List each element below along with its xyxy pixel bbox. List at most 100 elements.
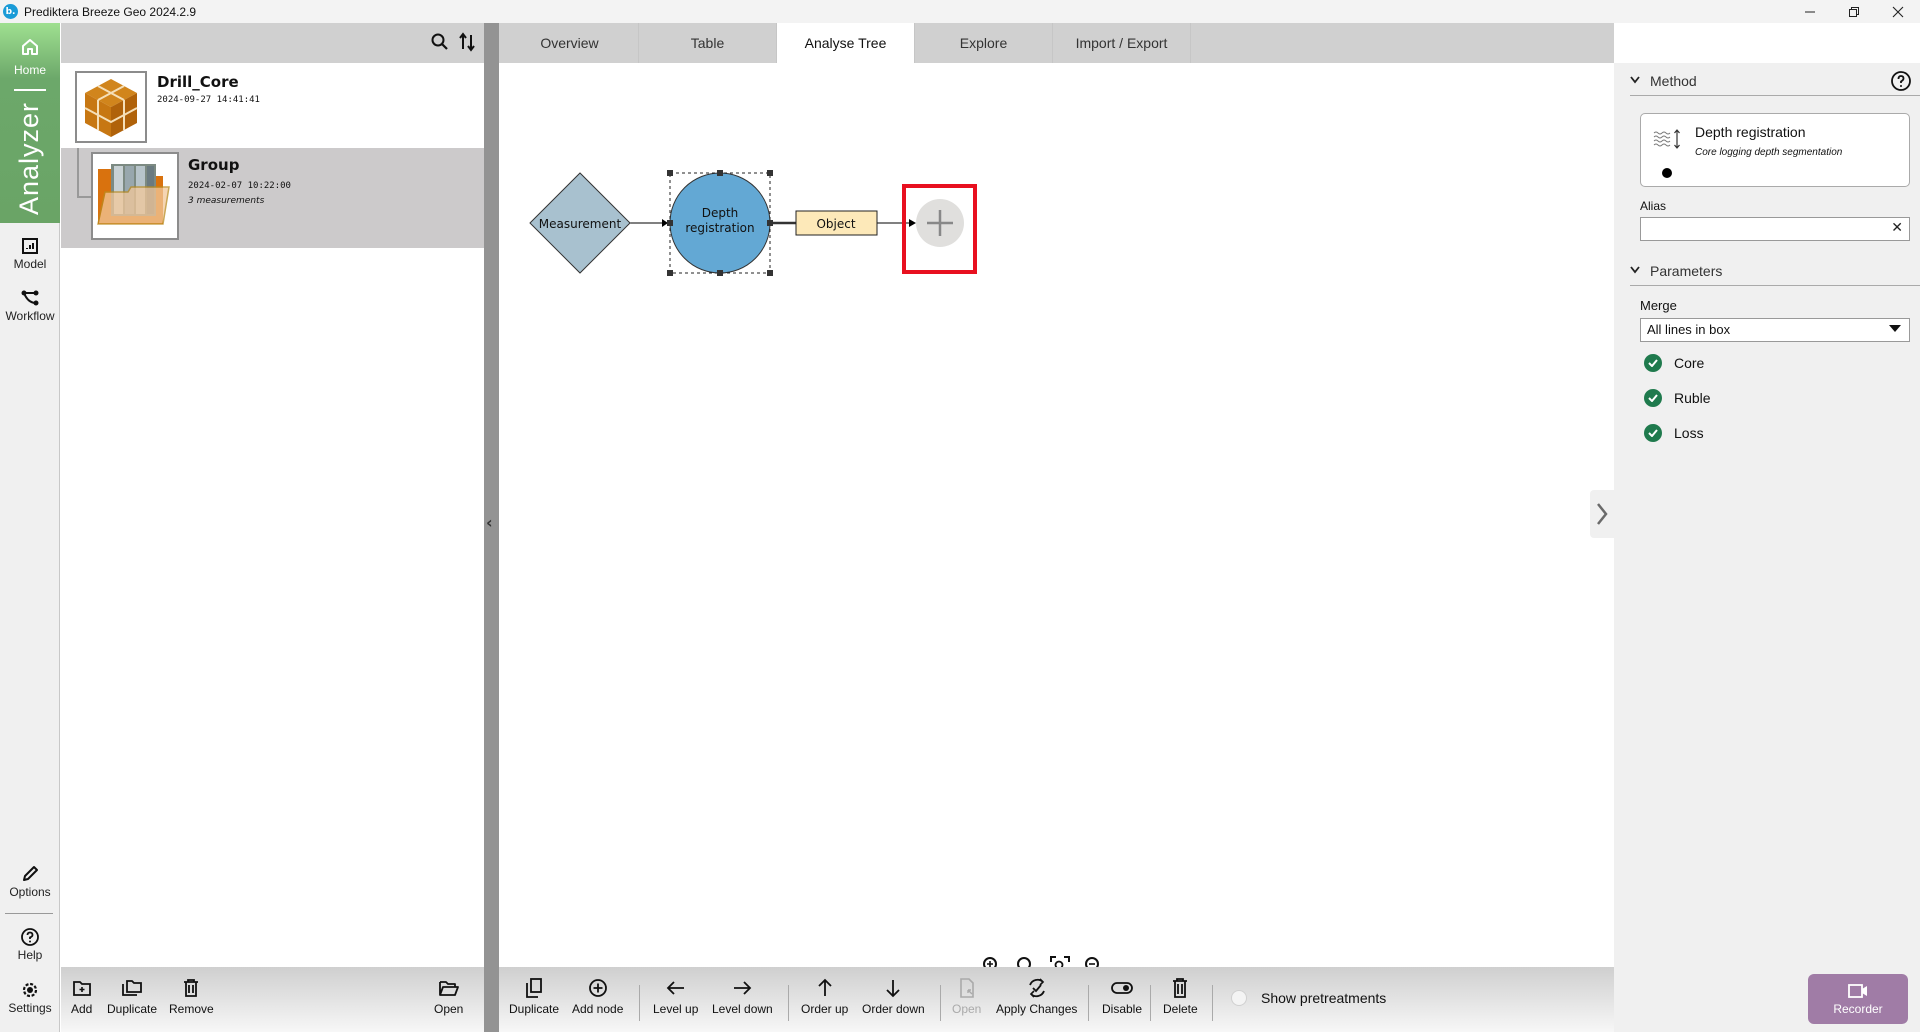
nav-rail: Home Analyzer Model Workflow Options Hel… (0, 23, 60, 1032)
merge-label: Merge (1640, 298, 1677, 313)
minimize-button[interactable] (1788, 0, 1832, 23)
rail-item-workflow[interactable]: Workflow (0, 287, 60, 323)
alias-input[interactable]: ✕ (1640, 217, 1910, 241)
close-icon (1892, 6, 1904, 17)
node-object[interactable]: Object (795, 210, 878, 236)
project-name: Drill_Core (157, 73, 239, 91)
disable-button[interactable]: Disable (1102, 977, 1142, 1016)
check-item-label: Loss (1674, 425, 1704, 441)
check-circle-icon (1644, 389, 1662, 407)
restore-icon (1849, 6, 1859, 17)
edge-arrowhead (909, 219, 916, 227)
gear-icon (22, 982, 38, 998)
window-title: Prediktera Breeze Geo 2024.2.9 (24, 4, 197, 19)
tab-import-export[interactable]: Import / Export (1053, 23, 1191, 63)
method-section-header[interactable]: Method (1630, 66, 1920, 96)
folder-open-icon (438, 981, 459, 996)
analyzer-section: Home Analyzer (0, 23, 60, 223)
check-item-label: Ruble (1674, 390, 1711, 406)
toolbar-separator (1150, 985, 1151, 1021)
properties-panel: Method Depth registration Core logging d… (1614, 63, 1920, 1032)
apply-changes-icon (1028, 978, 1045, 998)
order-up-button[interactable]: Order up (801, 977, 848, 1016)
close-button[interactable] (1876, 0, 1920, 23)
collapse-left-icon[interactable]: ‹ (486, 513, 493, 532)
folder-add-icon (72, 981, 91, 996)
collapse-right-panel-button[interactable] (1590, 490, 1614, 538)
depth-registration-icon (1653, 129, 1680, 149)
open-node-button[interactable]: Open (952, 977, 981, 1016)
tab-bar: Overview Table Analyse Tree Explore Impo… (499, 23, 1614, 63)
node-depth-label-1: Depth (702, 206, 739, 220)
method-subtitle: Core logging depth segmentation (1695, 147, 1843, 158)
show-pretreatments-radio[interactable] (1231, 990, 1247, 1006)
duplicate-node-button[interactable]: Duplicate (509, 977, 559, 1016)
parameters-header-label: Parameters (1650, 262, 1723, 279)
status-dot-icon (1662, 168, 1672, 178)
dropdown-arrow-icon (1889, 325, 1901, 332)
method-card[interactable]: Depth registration Core logging depth se… (1640, 113, 1910, 187)
restore-button[interactable] (1832, 0, 1876, 23)
help-icon[interactable] (1890, 70, 1912, 92)
rail-item-model[interactable]: Model (0, 235, 60, 271)
cube-boxes-icon (84, 79, 138, 137)
node-object-label: Object (816, 217, 855, 231)
open-project-button[interactable]: Open (434, 977, 463, 1016)
project-item-group[interactable]: Group 2024-02-07 10:22:00 3 measurements (61, 148, 484, 248)
chevron-right-icon (1597, 503, 1608, 525)
show-pretreatments-toggle[interactable]: Show pretreatments (1231, 990, 1386, 1006)
arrow-left-icon (666, 981, 684, 995)
tree-connector (77, 148, 91, 198)
toolbar-separator (788, 985, 789, 1021)
recorder-button[interactable]: Recorder (1808, 974, 1908, 1024)
rail-item-options[interactable]: Options (0, 863, 60, 899)
tab-table[interactable]: Table (639, 23, 777, 63)
home-button[interactable]: Home (0, 37, 60, 77)
tab-explore[interactable]: Explore (915, 23, 1053, 63)
order-down-button[interactable]: Order down (862, 977, 925, 1016)
rail-item-settings[interactable]: Settings (0, 979, 60, 1015)
pencil-icon (23, 866, 38, 881)
sort-icon[interactable] (458, 32, 476, 52)
home-icon (22, 39, 38, 55)
merge-select[interactable]: All lines in box (1640, 318, 1910, 342)
add-node-placeholder[interactable] (916, 199, 964, 247)
project-item-drill-core[interactable]: Drill_Core 2024-09-27 14:41:41 (61, 63, 484, 148)
apply-changes-button[interactable]: Apply Changes (996, 977, 1077, 1016)
check-item-loss[interactable]: Loss (1644, 424, 1704, 442)
project-panel-header (61, 23, 484, 63)
folder-duplicate-icon (122, 980, 142, 996)
remove-button[interactable]: Remove (169, 977, 214, 1016)
delete-node-button[interactable]: Delete (1163, 977, 1198, 1016)
group-name: Group (188, 156, 240, 174)
check-item-core[interactable]: Core (1644, 354, 1704, 372)
check-item-ruble[interactable]: Ruble (1644, 389, 1711, 407)
rail-item-help[interactable]: Help (0, 926, 60, 962)
arrow-down-icon (886, 980, 900, 998)
tab-overview[interactable]: Overview (501, 23, 639, 63)
parameters-section-header[interactable]: Parameters (1630, 256, 1920, 286)
tab-analyse-tree[interactable]: Analyse Tree (777, 23, 915, 63)
node-depth-registration[interactable]: Depth registration (667, 170, 773, 276)
add-node-button[interactable]: Add node (572, 977, 623, 1016)
merge-select-value: All lines in box (1647, 322, 1731, 337)
trash-icon (1173, 978, 1188, 998)
add-button[interactable]: Add (71, 977, 92, 1016)
level-up-button[interactable]: Level up (653, 977, 698, 1016)
group-date: 2024-02-07 10:22:00 (188, 181, 291, 191)
panel-splitter[interactable]: ‹ (484, 23, 499, 1032)
duplicate-button[interactable]: Duplicate (107, 977, 157, 1016)
analyse-tree-canvas[interactable]: Measurement Depth registration Object (499, 63, 1614, 976)
check-item-label: Core (1674, 355, 1705, 371)
toolbar-separator (940, 985, 941, 1021)
method-title: Depth registration (1695, 124, 1806, 140)
clear-icon[interactable]: ✕ (1891, 220, 1903, 236)
level-down-button[interactable]: Level down (712, 977, 773, 1016)
search-icon[interactable] (430, 32, 450, 52)
node-measurement[interactable]: Measurement (529, 172, 631, 274)
workflow-icon (21, 290, 39, 306)
help-icon (21, 928, 39, 946)
analyzer-label: Analyzer (14, 101, 45, 216)
tree-diagram: Measurement Depth registration Object (529, 170, 977, 276)
tree-toolbar: Duplicate Add node Level up Level down O… (499, 967, 1614, 1032)
